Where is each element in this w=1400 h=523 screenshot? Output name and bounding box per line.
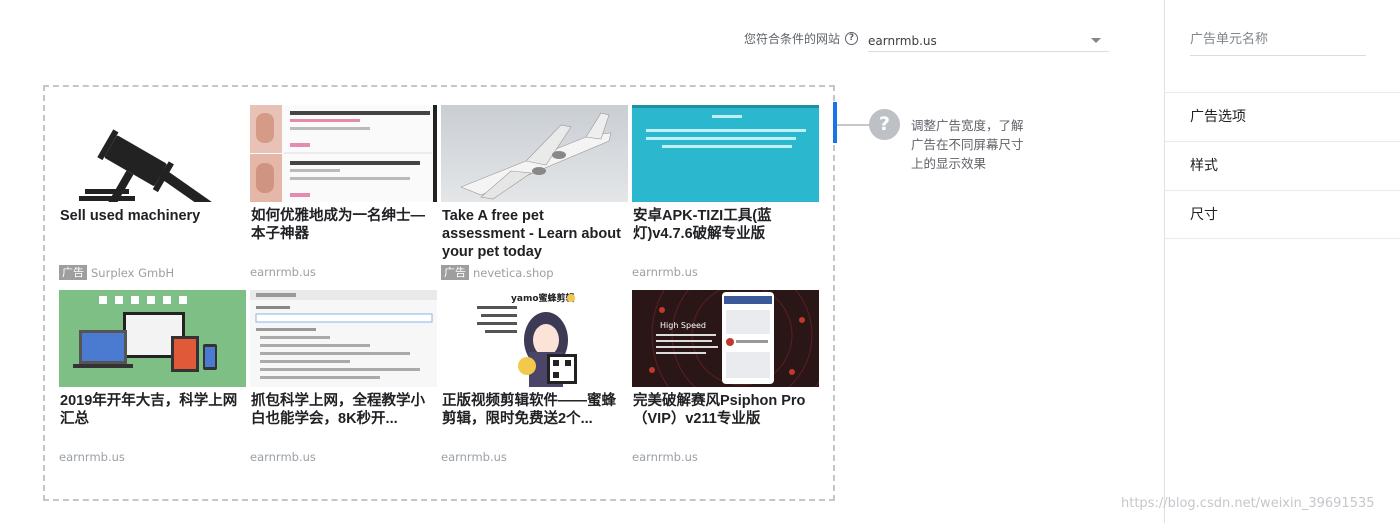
card-source: earnrmb.us [632, 450, 698, 464]
ad-badge: 广告 [59, 265, 87, 280]
app-screenshot-image [632, 105, 819, 202]
card-title: 2019年开年大吉，科学上网汇总 [60, 393, 238, 427]
gavel-image [59, 105, 246, 202]
site-select-value: earnrmb.us [868, 34, 937, 48]
ad-card[interactable]: 2019年开年大吉，科学上网汇总 earnrmb.us [59, 288, 246, 471]
card-title: Take A free pet assessment - Learn about… [442, 208, 621, 260]
card-source: earnrmb.us [441, 450, 507, 464]
ad-badge: 广告 [441, 265, 469, 280]
ad-card[interactable]: Take A free pet assessment - Learn about… [441, 103, 628, 286]
ad-card[interactable]: 抓包科学上网，全程教学小白也能学会，8K秒开... earnrmb.us [250, 288, 437, 471]
menu-size[interactable]: 尺寸 [1165, 190, 1400, 239]
card-source: earnrmb.us [59, 450, 125, 464]
card-source: earnrmb.us [250, 450, 316, 464]
site-select[interactable]: earnrmb.us [868, 30, 1109, 52]
help-icon[interactable]: ? [845, 32, 859, 45]
card-title: 安卓APK-TIZI工具(蓝灯)v4.7.6破解专业版 [633, 208, 772, 242]
settings-dialog-image [250, 290, 437, 387]
ad-card[interactable]: High Speed 完美破解赛风Psiphon Pro（VIP）v211专业版… [632, 288, 819, 471]
watermark-text: https://blog.csdn.net/weixin_39691535 [1121, 496, 1375, 511]
card-source: 广告 nevetica.shop [441, 265, 554, 280]
card-source-text: earnrmb.us [250, 450, 316, 464]
ad-preview-frame: i Sell us [43, 85, 835, 501]
hint-connector-line [837, 124, 870, 126]
card-source-text: earnrmb.us [441, 450, 507, 464]
ad-card[interactable]: 如何优雅地成为一名绅士—本子神器 earnrmb.us [250, 103, 437, 286]
card-source: earnrmb.us [632, 265, 698, 279]
card-title: 抓包科学上网，全程教学小白也能学会，8K秒开... [251, 393, 425, 427]
bee-brand-text: yamo蜜蜂剪辑 [511, 292, 575, 304]
dropdown-arrow-icon [1091, 38, 1101, 43]
card-source-text: earnrmb.us [632, 265, 698, 279]
question-icon: ? [869, 109, 900, 140]
card-source-text: earnrmb.us [632, 450, 698, 464]
menu-ad-options[interactable]: 广告选项 [1165, 92, 1400, 141]
card-title: 完美破解赛风Psiphon Pro（VIP）v211专业版 [633, 393, 806, 427]
ad-unit: i Sell us [59, 103, 821, 483]
ad-unit-name-input[interactable]: 广告单元名称 [1190, 28, 1366, 56]
site-label: 您符合条件的网站 [744, 32, 841, 46]
airplane-image [441, 105, 628, 202]
anime-poster-image: yamo蜜蜂剪辑 [441, 290, 628, 387]
card-source-text: earnrmb.us [250, 265, 316, 279]
resize-handle[interactable] [833, 102, 837, 143]
psiphon-heading-text: High Speed [660, 321, 706, 330]
devices-image [59, 290, 246, 387]
forum-list-image [250, 105, 437, 202]
card-title: Sell used machinery [60, 208, 201, 224]
card-source-text: nevetica.shop [473, 265, 554, 280]
card-title: 正版视频剪辑软件——蜜蜂剪辑，限时免费送2个... [442, 393, 616, 427]
menu-style[interactable]: 样式 [1165, 141, 1400, 190]
card-source: 广告 Surplex GmbH [59, 265, 174, 280]
resize-hint-text: 调整广告宽度，了解广告在不同屏幕尺寸上的显示效果 [911, 118, 1024, 171]
ad-card[interactable]: Sell used machinery 广告 Surplex GmbH [59, 103, 246, 286]
card-title: 如何优雅地成为一名绅士—本子神器 [251, 208, 425, 242]
card-source-text: earnrmb.us [59, 450, 125, 464]
site-selector-row: 您符合条件的网站 ? earnrmb.us [744, 30, 1109, 52]
ad-card[interactable]: yamo蜜蜂剪辑 正版视频剪辑软件——蜜蜂剪辑，限时免费送2个... earnr… [441, 288, 628, 471]
card-source: earnrmb.us [250, 265, 316, 279]
ad-card[interactable]: 安卓APK-TIZI工具(蓝灯)v4.7.6破解专业版 earnrmb.us [632, 103, 819, 286]
settings-panel: 广告单元名称 广告选项 样式 尺寸 [1164, 0, 1400, 523]
card-source-text: Surplex GmbH [91, 265, 175, 280]
psiphon-screenshot-image: High Speed [632, 290, 819, 387]
